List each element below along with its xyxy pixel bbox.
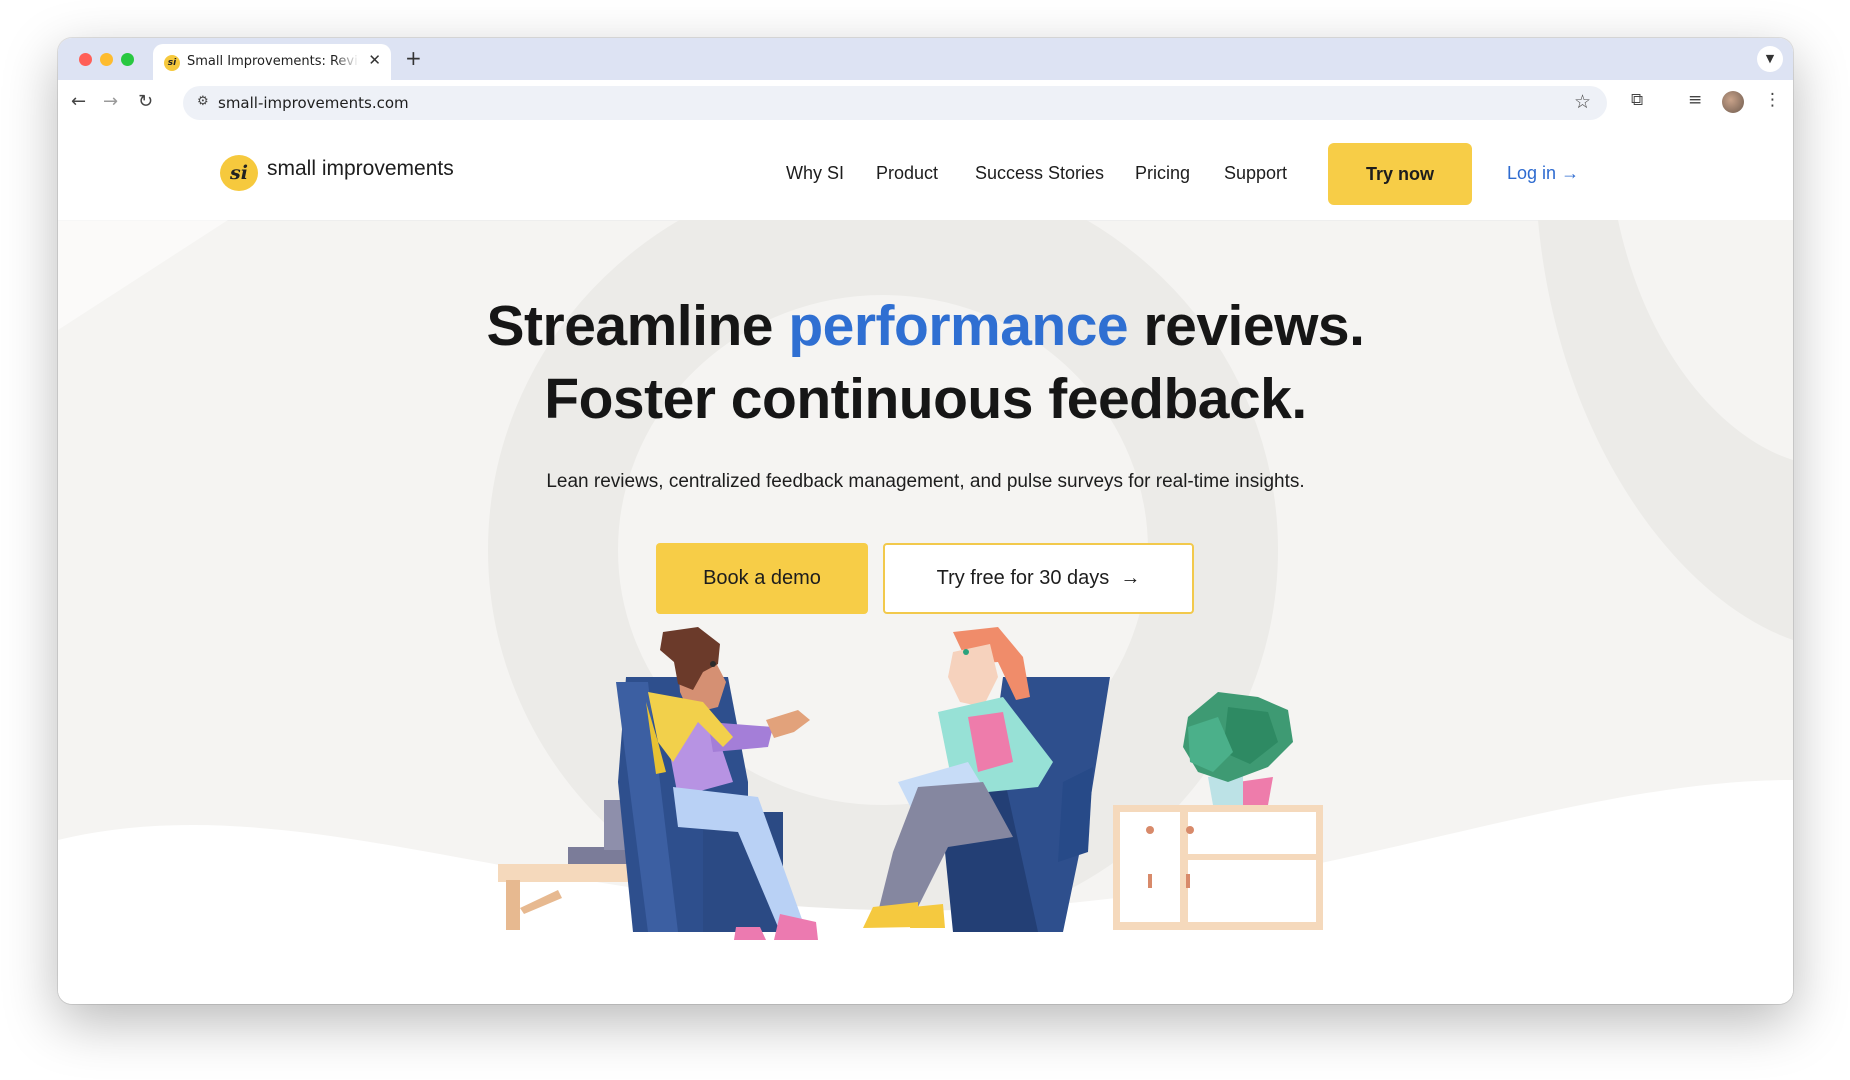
browser-window: si Small Improvements: Reviews ✕ + ▼ ← →… (58, 38, 1793, 1004)
nav-success-stories[interactable]: Success Stories (975, 163, 1104, 184)
brand-name[interactable]: small improvements (267, 157, 454, 181)
nav-product[interactable]: Product (876, 163, 938, 184)
arrow-right-icon: → (1120, 567, 1141, 589)
star-icon[interactable]: ☆ (1574, 91, 1591, 113)
free-trial-button[interactable]: Try free for 30 days → (883, 543, 1194, 614)
new-tab-icon[interactable]: + (405, 46, 422, 70)
site-info-icon[interactable]: ⚙ (197, 94, 209, 109)
si-logo-icon: si (164, 55, 180, 71)
brand-logo-icon[interactable]: si (220, 155, 258, 191)
browser-tab[interactable]: si Small Improvements: Reviews ✕ (153, 44, 391, 80)
address-bar[interactable]: ⚙ small-improvements.com ☆ (183, 86, 1607, 120)
hero-section: Streamline performance reviews. Foster c… (58, 220, 1793, 1004)
side-cabinet (1113, 805, 1323, 930)
tab-title: Small Improvements: Reviews (187, 54, 359, 69)
login-label: Log in (1507, 163, 1557, 183)
free-trial-label: Try free for 30 days (936, 567, 1110, 589)
maximize-window-button[interactable] (121, 53, 134, 66)
hero-illustration (498, 627, 1323, 940)
tab-search-icon[interactable]: ▼ (1757, 46, 1783, 72)
nav-why-si[interactable]: Why SI (786, 163, 844, 184)
headline-part-2: reviews. (1128, 294, 1365, 358)
potted-plant (1183, 692, 1293, 805)
close-window-button[interactable] (79, 53, 92, 66)
reload-icon[interactable]: ↻ (138, 91, 153, 112)
extensions-icon[interactable]: ⧉ (1631, 90, 1643, 110)
headline-accent: performance (788, 294, 1129, 358)
website: si small improvements Why SI Product Suc… (58, 127, 1793, 1004)
hero-subtitle: Lean reviews, centralized feedback manag… (546, 471, 1305, 492)
book-demo-button[interactable]: Book a demo (656, 543, 868, 614)
site-header: si small improvements Why SI Product Suc… (58, 127, 1793, 221)
nav-support[interactable]: Support (1224, 163, 1287, 184)
arrow-right-icon: → (1561, 163, 1580, 183)
minimize-window-button[interactable] (100, 53, 113, 66)
headline-line-2: Foster continuous feedback. (544, 367, 1307, 431)
nav-pricing[interactable]: Pricing (1135, 163, 1190, 184)
login-link[interactable]: Log in → (1507, 163, 1579, 184)
hero-headline: Streamline performance reviews. Foster c… (58, 290, 1793, 436)
back-arrow-icon[interactable]: ← (71, 91, 86, 112)
close-tab-icon[interactable]: ✕ (368, 51, 381, 69)
media-icon[interactable]: ≡ (1688, 90, 1702, 110)
browser-toolbar: ← → ↻ ⚙ small-improvements.com ☆ ⧉ ≡ ⋮ (58, 80, 1793, 128)
kebab-menu-icon[interactable]: ⋮ (1764, 90, 1781, 110)
try-now-button[interactable]: Try now (1328, 143, 1472, 205)
profile-avatar[interactable] (1722, 91, 1744, 113)
tab-strip: si Small Improvements: Reviews ✕ + ▼ (58, 38, 1793, 80)
forward-arrow-icon[interactable]: → (103, 91, 118, 112)
url-text[interactable]: small-improvements.com (218, 94, 409, 112)
headline-part-1: Streamline (486, 294, 789, 358)
